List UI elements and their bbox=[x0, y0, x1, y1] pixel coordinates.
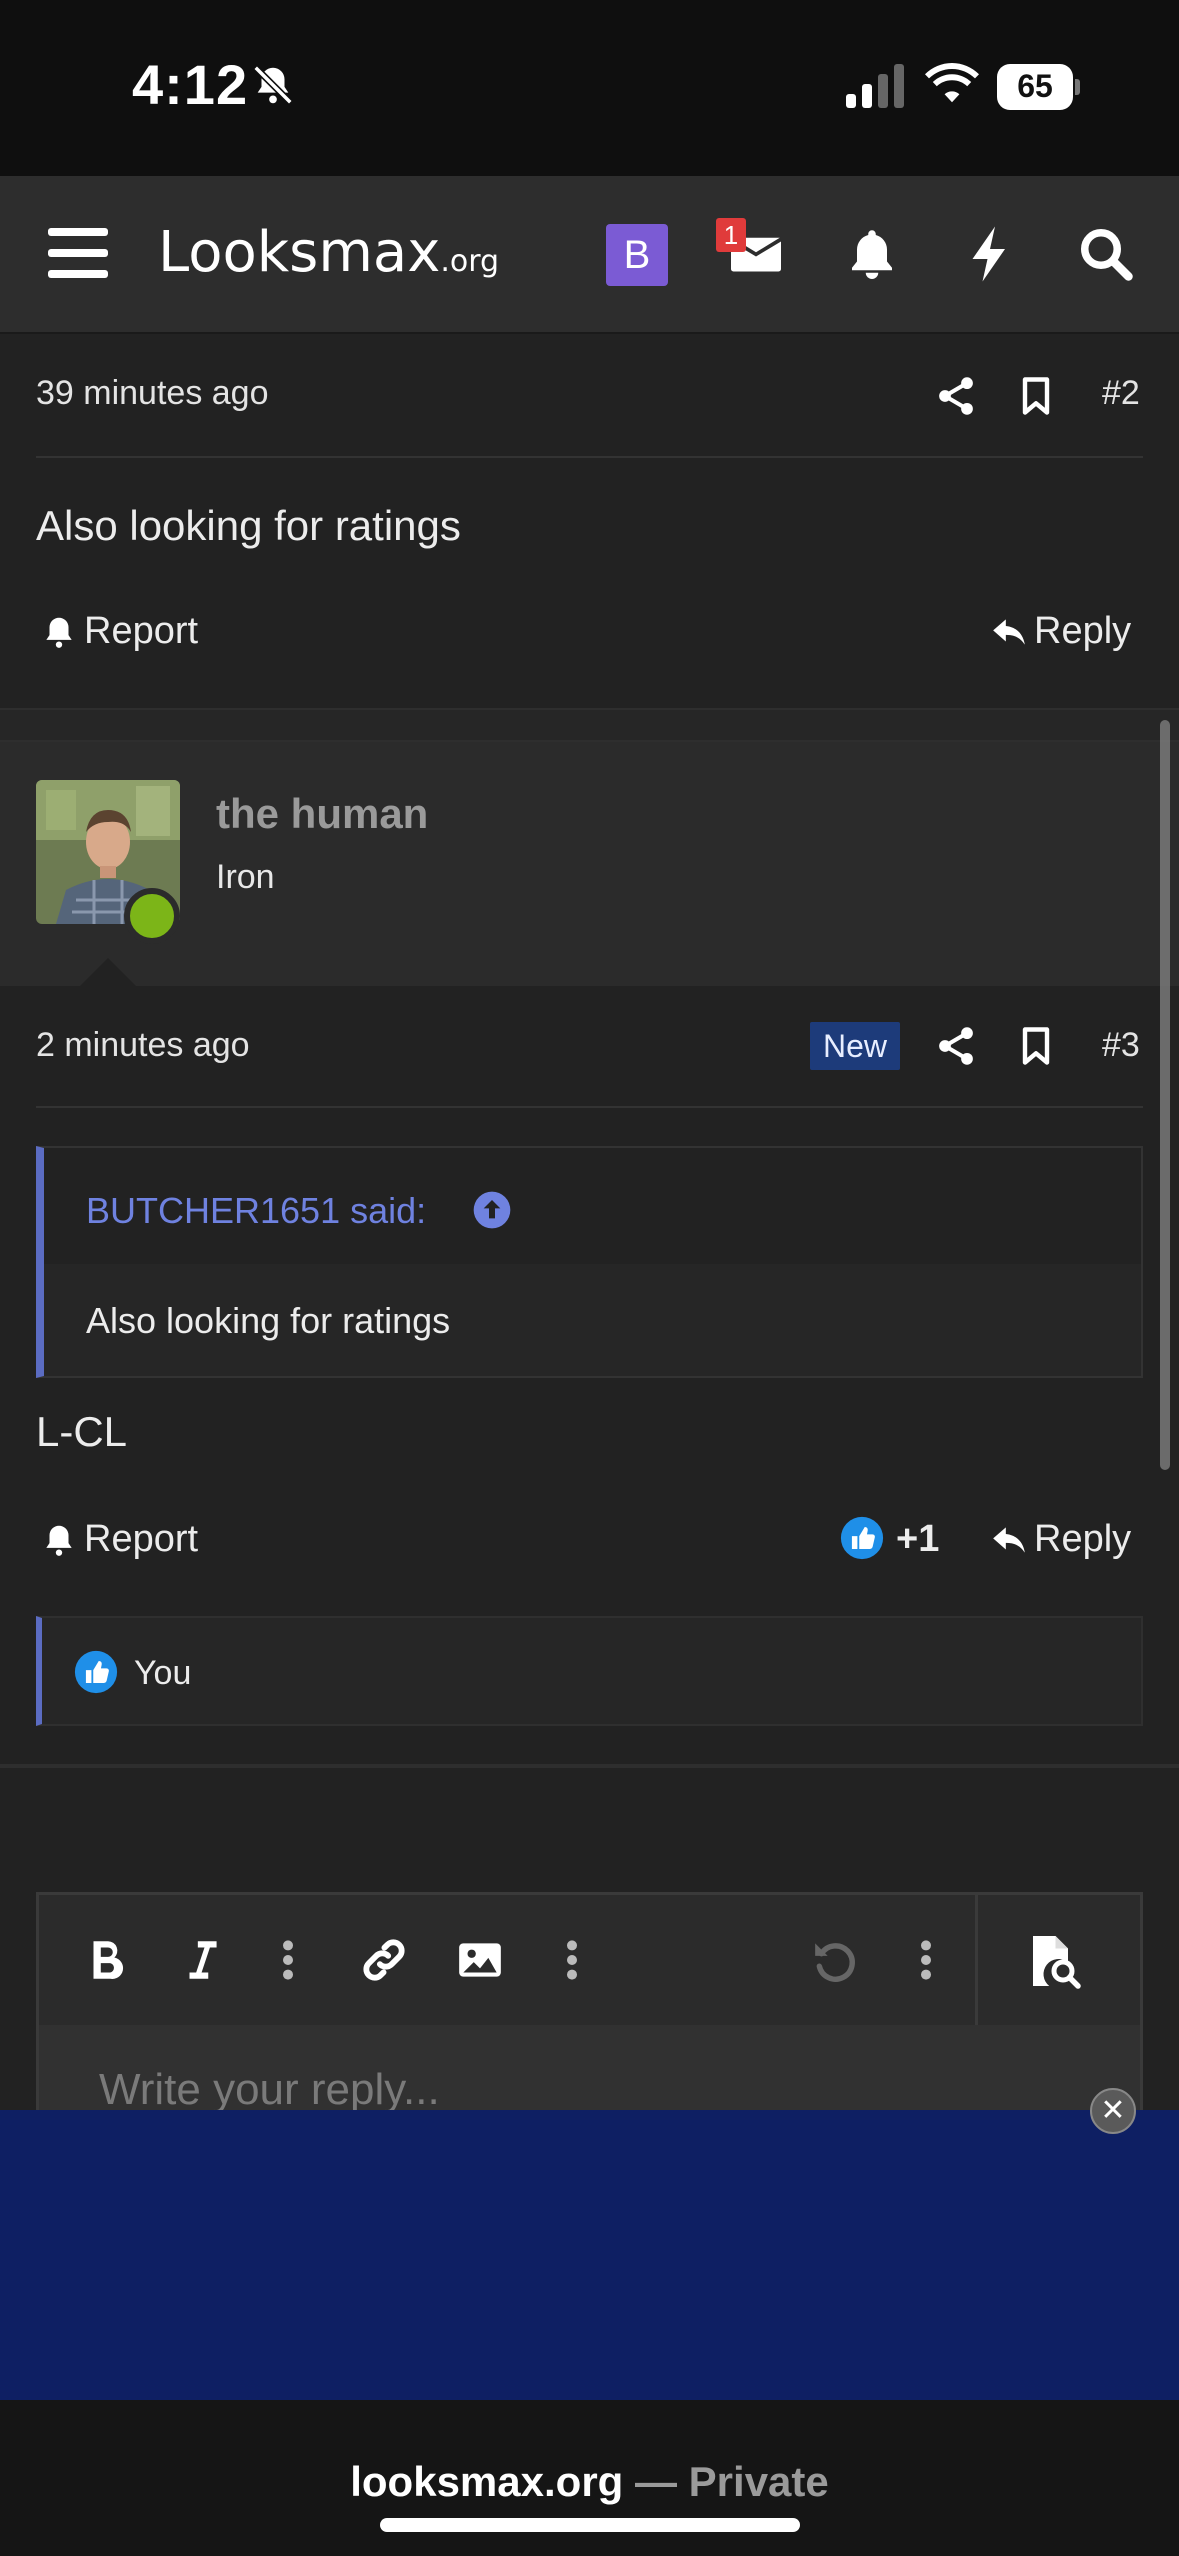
quote-text: Also looking for ratings bbox=[86, 1300, 451, 1341]
quote-header: BUTCHER1651 said: bbox=[44, 1148, 1141, 1264]
reply-label: Reply bbox=[1034, 1518, 1132, 1560]
online-status-dot bbox=[124, 888, 180, 944]
home-indicator[interactable] bbox=[380, 2518, 800, 2532]
post-number[interactable]: #2 bbox=[1102, 374, 1140, 413]
divider bbox=[36, 456, 1143, 458]
reply-button[interactable]: Reply bbox=[990, 1518, 1131, 1561]
battery-tip bbox=[1075, 79, 1080, 95]
status-time: 4:12 bbox=[132, 53, 249, 116]
divider bbox=[36, 1106, 1143, 1108]
bookmark-icon[interactable] bbox=[1014, 374, 1058, 418]
reply-arrow-icon bbox=[993, 618, 1025, 645]
post-message: L-CL bbox=[36, 1408, 128, 1455]
user-title: Iron bbox=[216, 858, 275, 896]
user-block-pointer bbox=[78, 958, 138, 988]
report-label: Report bbox=[84, 1518, 199, 1560]
share-icon[interactable] bbox=[934, 1024, 978, 1068]
ad-banner[interactable] bbox=[0, 2110, 1179, 2400]
jump-to-quote-icon[interactable] bbox=[472, 1190, 512, 1230]
quote-block: BUTCHER1651 said: Also looking for ratin… bbox=[36, 1146, 1143, 1378]
wifi-icon bbox=[925, 63, 979, 103]
reactions-list[interactable]: You bbox=[36, 1616, 1143, 1726]
undo-icon[interactable] bbox=[811, 1935, 861, 1985]
post-separator bbox=[0, 708, 1179, 742]
address-domain: looksmax.org bbox=[350, 2458, 624, 2505]
top-navbar: Looksmax.org B 1 bbox=[0, 176, 1179, 334]
address-separator: — bbox=[623, 2458, 689, 2505]
toolbar-separator bbox=[975, 1895, 978, 2025]
inbox-badge: 1 bbox=[716, 218, 746, 252]
bold-icon[interactable] bbox=[81, 1935, 131, 1985]
more-options-icon[interactable] bbox=[901, 1935, 951, 1985]
private-mode-label: Private bbox=[688, 2458, 829, 2505]
reply-arrow-icon bbox=[993, 1526, 1025, 1553]
scrollbar[interactable] bbox=[1160, 720, 1170, 1470]
bell-icon bbox=[46, 617, 72, 648]
thumbs-up-reaction-icon bbox=[74, 1650, 118, 1694]
preview-icon[interactable] bbox=[1023, 1931, 1083, 1991]
silent-bell-icon bbox=[253, 65, 293, 105]
close-icon[interactable]: ✕ bbox=[1090, 2088, 1136, 2134]
username[interactable]: the human bbox=[216, 790, 428, 838]
reacted-by: You bbox=[134, 1654, 192, 1692]
reply-label: Reply bbox=[1034, 610, 1132, 652]
thumbs-up-reaction-icon[interactable] bbox=[840, 1516, 884, 1560]
image-icon[interactable] bbox=[455, 1935, 505, 1985]
bolt-icon[interactable] bbox=[960, 224, 1020, 284]
browser-address-bar[interactable]: looksmax.org — Private bbox=[0, 2400, 1179, 2556]
account-avatar[interactable]: B bbox=[606, 224, 668, 286]
logo-text: Looksmax bbox=[158, 220, 441, 285]
reply-button[interactable]: Reply bbox=[990, 610, 1131, 653]
quote-author[interactable]: BUTCHER1651 said: bbox=[86, 1190, 426, 1232]
bookmark-icon[interactable] bbox=[1014, 1024, 1058, 1068]
address-text: looksmax.org — Private bbox=[0, 2458, 1179, 2506]
menu-icon[interactable] bbox=[48, 228, 108, 280]
link-icon[interactable] bbox=[359, 1935, 409, 1985]
share-icon[interactable] bbox=[934, 374, 978, 418]
more-options-icon[interactable] bbox=[547, 1935, 597, 1985]
post-3-user: the human Iron bbox=[0, 742, 1179, 986]
bell-icon bbox=[46, 1525, 72, 1556]
italic-icon[interactable] bbox=[177, 1935, 227, 1985]
more-options-icon[interactable] bbox=[263, 1935, 313, 1985]
battery-indicator: 65 bbox=[997, 64, 1080, 110]
battery-percent: 65 bbox=[1017, 68, 1053, 104]
cellular-signal-icon bbox=[846, 64, 904, 108]
report-button[interactable]: Report bbox=[40, 610, 198, 653]
post-3-meta: 2 minutes ago #3 bbox=[0, 986, 1179, 1096]
post-number[interactable]: #3 bbox=[1102, 1026, 1140, 1065]
status-bar: 4:12 65 bbox=[0, 0, 1179, 176]
search-icon[interactable] bbox=[1076, 224, 1136, 284]
site-logo[interactable]: Looksmax.org bbox=[158, 220, 499, 285]
reaction-count[interactable]: +1 bbox=[896, 1518, 939, 1561]
report-label: Report bbox=[84, 610, 199, 652]
post-2-meta: 39 minutes ago #2 bbox=[0, 340, 1179, 450]
new-badge: New bbox=[810, 1022, 900, 1070]
logo-tld: .org bbox=[440, 244, 500, 279]
report-button[interactable]: Report bbox=[40, 1518, 198, 1561]
post-timestamp[interactable]: 2 minutes ago bbox=[36, 1026, 250, 1065]
bell-icon[interactable] bbox=[842, 224, 902, 284]
editor-toolbar bbox=[39, 1895, 1140, 2025]
post-message: Also looking for ratings bbox=[36, 502, 461, 549]
post-separator bbox=[0, 1764, 1179, 1768]
post-timestamp[interactable]: 39 minutes ago bbox=[36, 374, 269, 413]
